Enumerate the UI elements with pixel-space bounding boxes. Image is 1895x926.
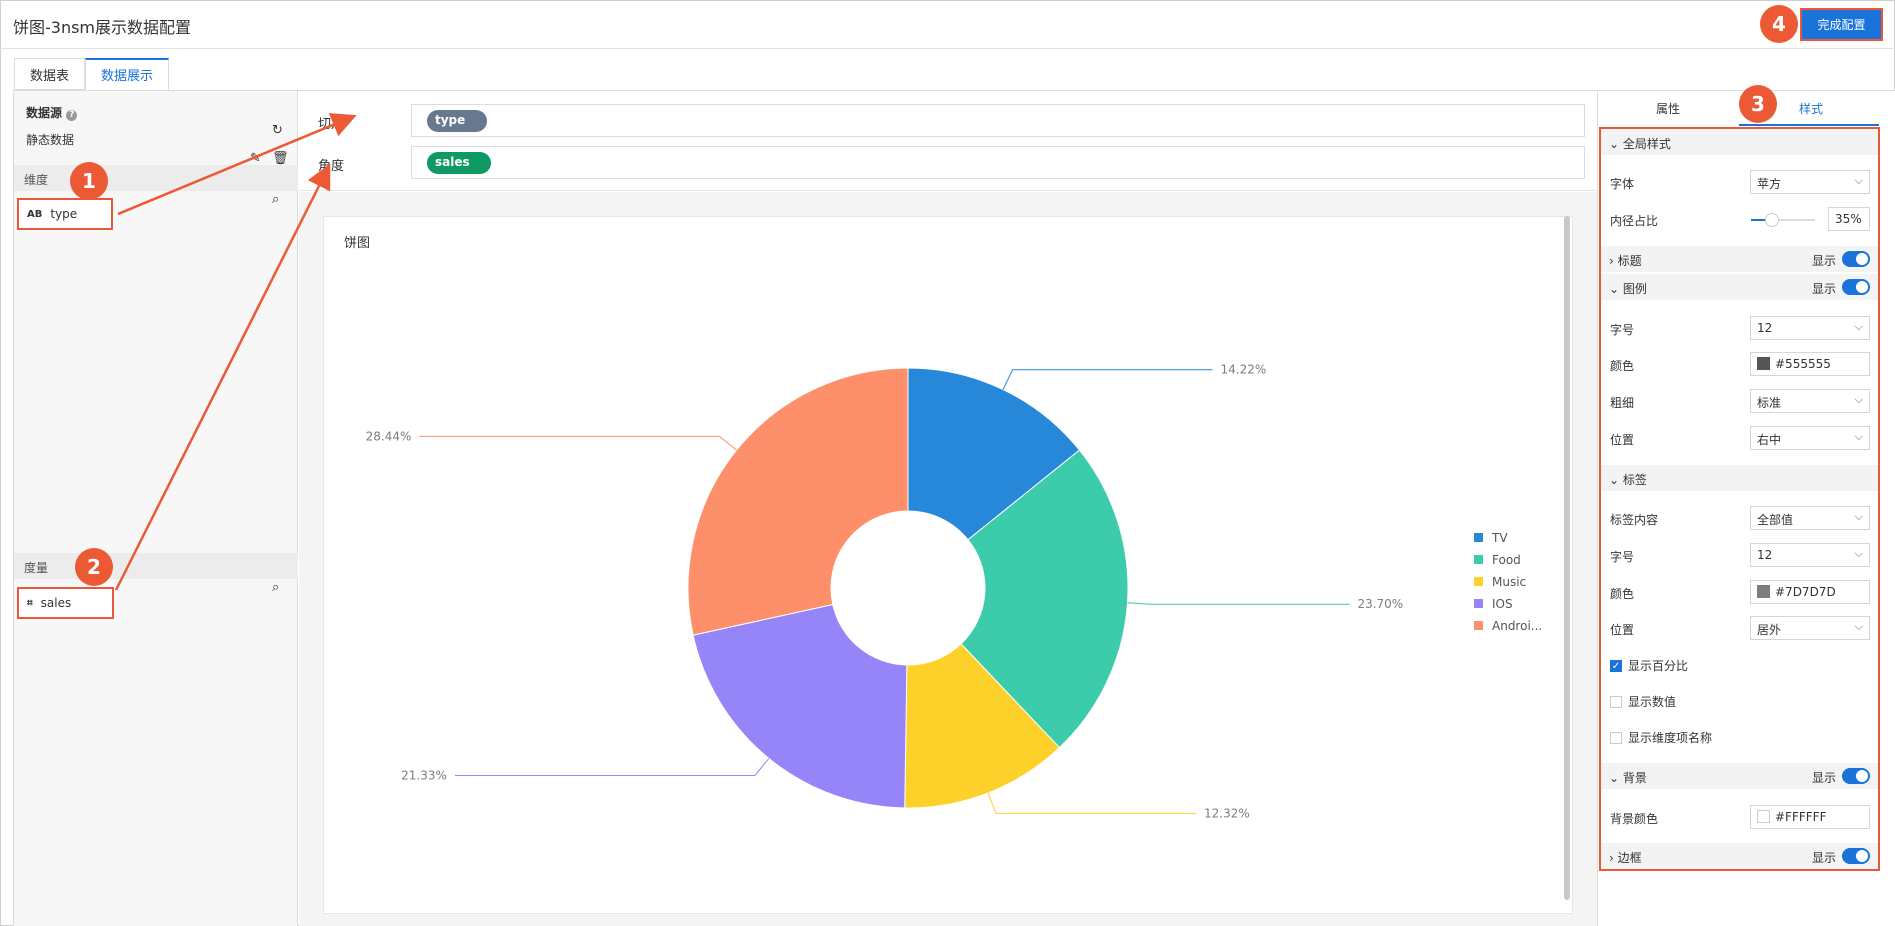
chevron-down-icon: ⌄ (1609, 137, 1620, 151)
legend-toggle[interactable] (1842, 279, 1870, 295)
legend-weight-label: 粗细 (1610, 396, 1635, 410)
color-swatch (1757, 810, 1770, 823)
annotation-badge-3: 3 (1739, 85, 1777, 123)
legend-position-label: 位置 (1610, 433, 1635, 447)
section-title: 图例 (1622, 282, 1647, 296)
checkbox-box (1610, 731, 1622, 744)
checkbox-box (1610, 695, 1622, 708)
active-tab-indicator (1739, 124, 1879, 126)
legend-weight-select[interactable]: 标准 ⌵ (1750, 389, 1870, 413)
leader-line (987, 792, 1197, 814)
leader-line (1127, 602, 1350, 605)
border-section-header[interactable]: › 边框 显示 (1601, 843, 1878, 869)
chevron-down-icon: ⌵ (1854, 320, 1863, 333)
label-position-select[interactable]: 居外 ⌵ (1750, 616, 1870, 640)
label-content-select[interactable]: 全部值 ⌵ (1750, 506, 1870, 530)
data-label: 28.44% (366, 429, 412, 443)
legend-item[interactable]: Music (1492, 575, 1526, 589)
legend-color-picker[interactable]: #555555 (1750, 352, 1870, 376)
leader-line (419, 435, 737, 451)
background-section-header[interactable]: ⌄ 背景 显示 (1601, 763, 1878, 789)
legend-item[interactable]: TV (1491, 531, 1508, 545)
leader-line (1002, 369, 1213, 390)
label-size-label: 字号 (1610, 550, 1635, 564)
inner-ratio-input[interactable]: 35% (1828, 207, 1870, 231)
leader-line (454, 758, 770, 776)
global-style-header[interactable]: ⌄ 全局样式 (1601, 129, 1878, 155)
chevron-down-icon: ⌄ (1609, 771, 1620, 785)
style-panel-highlight (1599, 127, 1880, 871)
show-label: 显示 (1811, 282, 1836, 296)
chevron-down-icon: ⌵ (1854, 620, 1863, 633)
data-label: 14.22% (1221, 363, 1267, 377)
background-toggle[interactable] (1842, 768, 1870, 784)
chevron-right-icon: › (1609, 851, 1614, 865)
color-swatch (1757, 357, 1770, 370)
show-value-checkbox[interactable]: 显示数值 (1610, 693, 1676, 710)
section-title: 边框 (1617, 851, 1642, 865)
chevron-down-icon: ⌄ (1609, 282, 1620, 296)
legend-item[interactable]: Food (1492, 553, 1521, 567)
section-title: 标题 (1617, 254, 1642, 268)
chevron-down-icon: ⌵ (1854, 174, 1863, 187)
section-title: 标签 (1622, 473, 1647, 487)
show-dim-name-checkbox[interactable]: 显示维度项名称 (1610, 729, 1712, 746)
label-content-label: 标签内容 (1610, 513, 1659, 527)
label-size-select[interactable]: 12 ⌵ (1750, 543, 1870, 567)
inner-ratio-slider-track[interactable] (1751, 213, 1815, 227)
section-title: 全局样式 (1622, 137, 1671, 151)
font-select[interactable]: 苹方 ⌵ (1750, 170, 1870, 194)
chevron-down-icon: ⌵ (1854, 510, 1863, 523)
title-section-header[interactable]: › 标题 显示 (1601, 246, 1878, 272)
show-label: 显示 (1811, 851, 1836, 865)
legend-item[interactable]: Androi... (1492, 619, 1542, 633)
border-toggle[interactable] (1842, 848, 1870, 864)
label-position-label: 位置 (1610, 623, 1635, 637)
legend-swatch (1474, 533, 1483, 542)
legend-section-header[interactable]: ⌄ 图例 显示 (1601, 274, 1878, 300)
title-toggle[interactable] (1842, 251, 1870, 267)
color-swatch (1757, 585, 1770, 598)
label-color-label: 颜色 (1610, 587, 1635, 601)
bg-color-label: 背景颜色 (1610, 812, 1659, 826)
label-color-picker[interactable]: #7D7D7D (1750, 580, 1870, 604)
chevron-down-icon: ⌵ (1854, 393, 1863, 406)
show-label: 显示 (1811, 771, 1836, 785)
legend-item[interactable]: IOS (1492, 597, 1513, 611)
legend-size-label: 字号 (1610, 323, 1635, 337)
legend-position-select[interactable]: 右中 ⌵ (1750, 426, 1870, 450)
inner-ratio-label: 内径占比 (1610, 214, 1659, 228)
chevron-right-icon: › (1609, 254, 1614, 268)
section-title: 背景 (1622, 771, 1647, 785)
font-label: 字体 (1610, 177, 1635, 191)
legend-color-label: 颜色 (1610, 359, 1635, 373)
tab-style[interactable]: 样式 (1799, 100, 1823, 117)
data-label: 12.32% (1204, 806, 1250, 820)
data-label: 21.33% (401, 768, 447, 782)
tab-properties[interactable]: 属性 (1656, 100, 1680, 117)
legend-size-select[interactable]: 12 ⌵ (1750, 316, 1870, 340)
legend-swatch (1474, 621, 1483, 630)
pie-slice-ios[interactable] (692, 603, 908, 809)
chevron-down-icon: ⌵ (1854, 430, 1863, 443)
check-icon: ✓ (1610, 659, 1622, 672)
legend-swatch (1474, 599, 1483, 608)
legend-swatch (1474, 577, 1483, 586)
data-label: 23.70% (1357, 597, 1403, 611)
checkbox-label: 显示数值 (1628, 695, 1677, 709)
legend-swatch (1474, 555, 1483, 564)
checkbox-label: 显示维度项名称 (1628, 731, 1713, 745)
show-percent-checkbox[interactable]: ✓ 显示百分比 (1610, 657, 1688, 674)
chevron-down-icon: ⌄ (1609, 473, 1620, 487)
show-label: 显示 (1811, 254, 1836, 268)
bg-color-picker[interactable]: #FFFFFF (1750, 805, 1870, 829)
chevron-down-icon: ⌵ (1854, 547, 1863, 560)
label-section-header[interactable]: ⌄ 标签 (1601, 465, 1878, 491)
inner-ratio-slider-handle[interactable] (1765, 213, 1779, 227)
pie-slice-android[interactable] (687, 367, 909, 636)
checkbox-label: 显示百分比 (1628, 659, 1689, 673)
